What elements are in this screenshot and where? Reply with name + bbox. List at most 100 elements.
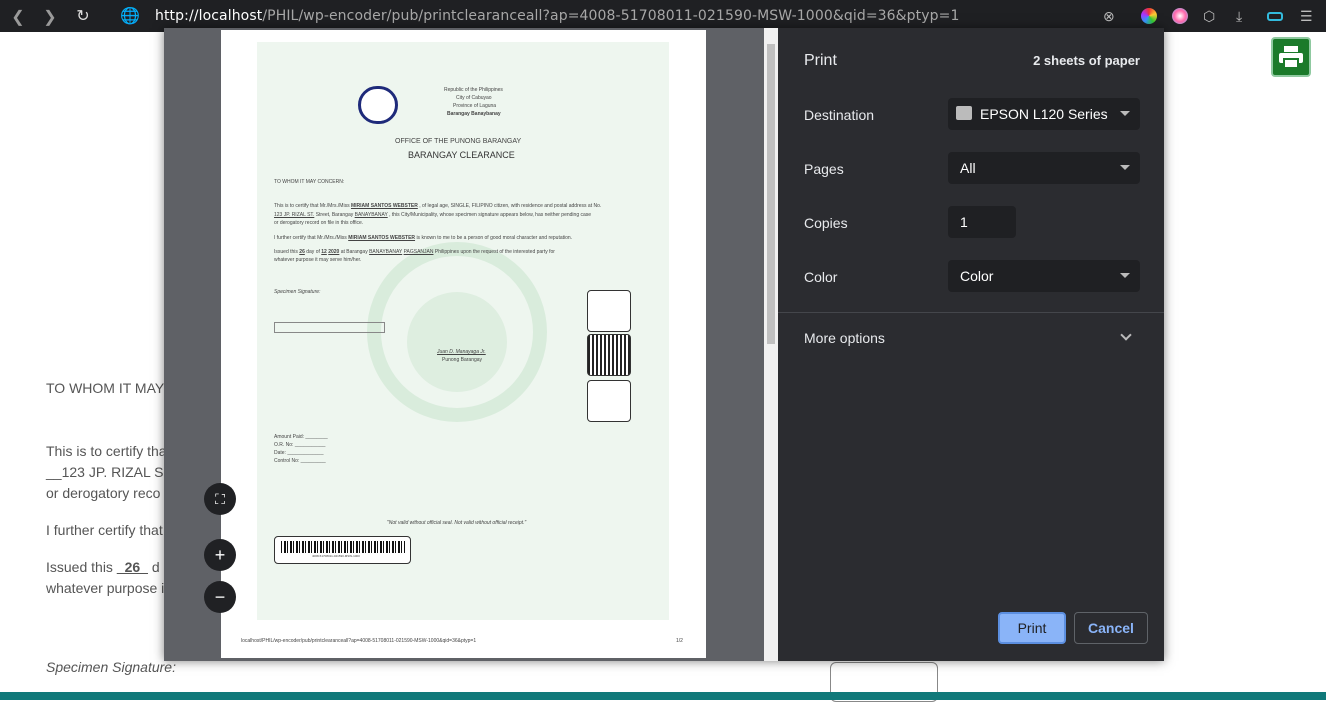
thumbprint-box-2 — [587, 380, 631, 422]
doc-republic: Republic of the Philippines — [444, 87, 503, 93]
back-icon[interactable]: ❮ — [3, 7, 33, 27]
minus-icon: − — [214, 586, 226, 607]
url-host: http://localhost — [155, 8, 263, 24]
destination-select[interactable]: EPSON L120 Series — [948, 98, 1140, 130]
doc-page-number: 1/2 — [676, 638, 683, 644]
document-sheet: Republic of the Philippines City of Cabu… — [257, 42, 669, 620]
doc-para3b: day of — [306, 249, 320, 255]
more-options-label: More options — [804, 330, 885, 346]
bg-further: I further certify that — [46, 522, 163, 538]
bg-issued: Issued this _26_ d — [46, 559, 160, 575]
zoom-out-button[interactable]: − — [204, 581, 236, 613]
doc-para3-line1: Issued this 26 day of 12 2020 at Baranga… — [274, 249, 555, 255]
fit-to-page-button[interactable]: ⛶ — [204, 483, 236, 515]
forward-icon[interactable]: ❯ — [35, 7, 65, 27]
reload-icon[interactable]: ↻ — [68, 6, 98, 26]
doc-para1-line1: This is to certify that Mr./Mrs./Miss MI… — [274, 203, 601, 209]
menu-icon[interactable]: ☰ — [1300, 8, 1313, 25]
pages-value: All — [960, 160, 976, 176]
copies-value: 1 — [960, 214, 968, 230]
doc-day: 26 — [299, 249, 305, 255]
signature-image-box — [274, 322, 385, 333]
pages-label: Pages — [804, 161, 844, 177]
doc-city: City of Cabuyao — [456, 95, 492, 101]
more-options-toggle[interactable]: More options — [804, 330, 885, 346]
doc-para1d: , this City/Municipality, whose specimen… — [389, 212, 592, 218]
doc-para1-line2: 123 JP. RIZAL ST. Street, Barangay BANAY… — [274, 212, 591, 218]
bg-issued-tail: d — [151, 559, 160, 575]
globe-icon[interactable]: 🌐 — [115, 6, 145, 26]
chevron-down-icon[interactable] — [1120, 329, 1132, 341]
doc-para2b: is known to me to be a person of good mo… — [416, 235, 573, 241]
copies-input[interactable]: 1 — [948, 206, 1016, 238]
chevron-down-icon — [1120, 111, 1130, 116]
doc-year: 2020 — [328, 249, 340, 255]
printer-icon — [1279, 46, 1303, 69]
doc-name-2: MIRIAM SANTOS WEBSTER — [348, 235, 416, 241]
doc-para1c: Street, Barangay — [315, 212, 354, 218]
print-preview: Republic of the Philippines City of Cabu… — [164, 28, 764, 661]
print-fab-button[interactable] — [1271, 37, 1311, 77]
pages-select[interactable]: All — [948, 152, 1140, 184]
address-bar[interactable]: http://localhost/PHIL/wp-encoder/pub/pri… — [155, 8, 959, 24]
doc-para3e: whatever purpose it may serve him/her. — [274, 257, 362, 263]
battery-toggle-icon[interactable] — [1267, 12, 1283, 21]
doc-date: Date: _____________ — [274, 450, 324, 456]
color-picker-extension-icon[interactable] — [1141, 8, 1157, 24]
doc-office: OFFICE OF THE PUNONG BARANGAY — [395, 138, 522, 145]
doc-to-whom: TO WHOM IT MAY CONCERN: — [274, 179, 345, 185]
doc-city-2: PAGSANJAN — [403, 249, 434, 255]
preview-page: Republic of the Philippines City of Cabu… — [221, 30, 706, 658]
bg-to-whom: TO WHOM IT MAY — [46, 380, 165, 396]
preview-scrollbar-thumb[interactable] — [767, 44, 775, 344]
doc-address: 123 JP. RIZAL ST. — [274, 212, 315, 218]
plus-icon: + — [214, 544, 226, 565]
palette-extension-icon[interactable] — [1172, 8, 1188, 24]
cube-extension-icon[interactable]: ⬡ — [1203, 8, 1215, 25]
bg-whatever: whatever purpose i — [46, 580, 165, 596]
doc-footer-url: localhost/PHIL/wp-encoder/pub/printclear… — [241, 638, 477, 644]
print-settings-panel: Print 2 sheets of paper Destination EPSO… — [778, 28, 1164, 661]
doc-amount-paid: Amount Paid: ________ — [274, 434, 328, 440]
barcode-text: 4008-51708011-021590-MSW-1000 — [312, 554, 360, 558]
bg-certify: This is to certify tha — [46, 443, 167, 459]
doc-para1a: This is to certify that Mr./Mrs./Miss — [274, 203, 350, 209]
doc-brgy-2: BANAYBANAY — [369, 249, 403, 255]
doc-para1b: , of legal age, SINGLE, FILIPINO citizen… — [419, 203, 602, 209]
doc-para3d: Philippines upon the request of the inte… — [434, 249, 555, 255]
bg-address: __123 JP. RIZAL S — [46, 464, 164, 480]
print-button[interactable]: Print — [998, 612, 1066, 644]
destination-value: EPSON L120 Series — [980, 106, 1108, 122]
background-footer-bar — [0, 692, 1326, 700]
doc-brgy: BANAYBANAY — [354, 212, 388, 218]
doc-captain-title: Punong Barangay — [442, 357, 483, 363]
cancel-button[interactable]: Cancel — [1074, 612, 1148, 644]
destination-label: Destination — [804, 107, 875, 123]
doc-clearance-title: BARANGAY CLEARANCE — [408, 150, 515, 160]
shield-extension-icon[interactable]: ⊗ — [1103, 8, 1115, 25]
fit-icon: ⛶ — [215, 490, 225, 507]
printer-small-icon — [956, 106, 972, 120]
doc-not-valid: "Not valid without official seal. Not va… — [387, 520, 527, 526]
doc-control-no: Control No: _________ — [274, 458, 326, 464]
color-label: Color — [804, 269, 838, 285]
color-value: Color — [960, 268, 994, 284]
doc-para3c: at Barangay — [340, 249, 368, 255]
download-icon[interactable]: ⤓ — [1236, 8, 1242, 25]
print-title: Print — [804, 52, 837, 69]
bg-issued-day: _26_ — [116, 559, 148, 575]
doc-para2a: I further certify that Mr./Mrs./Miss — [274, 235, 347, 241]
zoom-in-button[interactable]: + — [204, 539, 236, 571]
thumbprint-box-1 — [587, 290, 631, 332]
barcode-box: 4008-51708011-021590-MSW-1000 — [274, 536, 411, 564]
bg-issued-label: Issued this — [46, 559, 113, 575]
doc-or-no: O.R. No: ___________ — [274, 442, 326, 448]
url-path: /PHIL/wp-encoder/pub/printclearanceall?a… — [262, 8, 960, 24]
divider — [778, 312, 1164, 313]
qr-code — [587, 334, 631, 376]
color-select[interactable]: Color — [948, 260, 1140, 292]
doc-para3a: Issued this — [274, 249, 298, 255]
bg-specimen: Specimen Signature: — [46, 659, 176, 675]
doc-name: MIRIAM SANTOS WEBSTER — [350, 203, 418, 209]
barangay-logo — [358, 86, 398, 124]
